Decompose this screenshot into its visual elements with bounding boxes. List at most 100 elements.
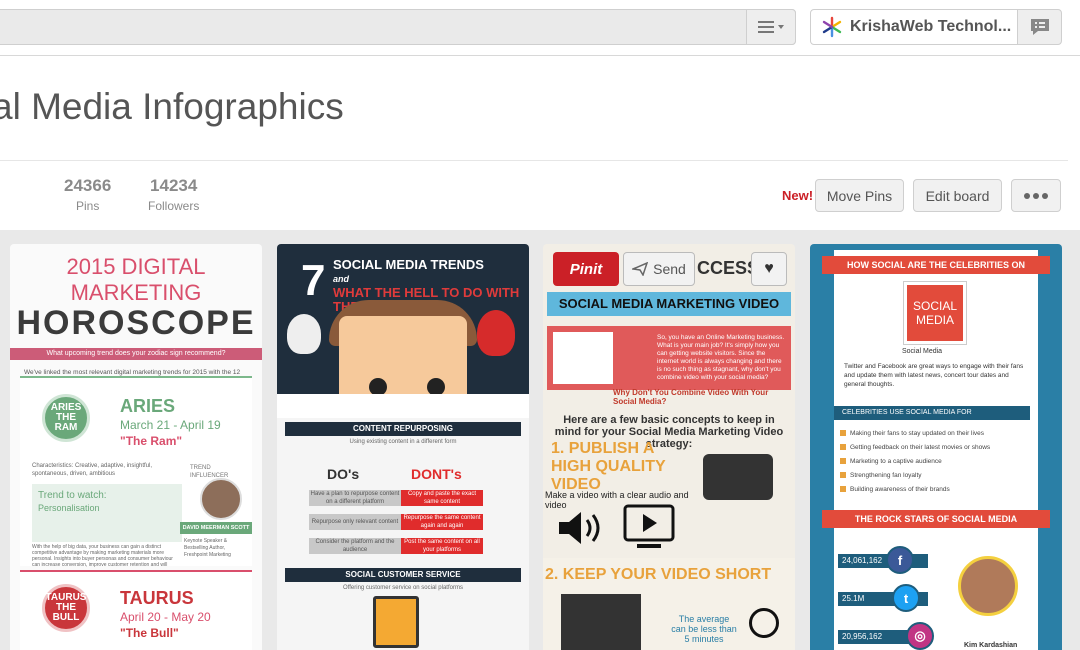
followers-count-stat[interactable]: 14234 Followers [148,176,199,213]
sign-characteristics: Characteristics: Creative, adaptive, ins… [32,463,153,477]
notifications-icon [1030,19,1049,35]
sign-date: March 21 - April 19 [120,418,221,432]
pin-ribbon: What upcoming trend does your zodiac sig… [10,348,262,360]
caret-down-icon [778,25,784,29]
pin-video-marketing[interactable]: SOCIAL MEDIA MARKETING VIDEO So, you hav… [543,244,795,650]
pin-social-media-trends[interactable]: 7 SOCIAL MEDIA TRENDS and WHAT THE HELL … [277,244,529,650]
play-video-icon [623,504,675,548]
send-label: Send [653,261,686,277]
section-banner: CONTENT REPURPOSING [285,422,521,436]
question-text: Why Don't You Combine Video With Your So… [613,388,769,406]
influencer-role: Keynote Speaker & Bestselling Author, Fr… [184,538,231,558]
heart-icon: ♥ [764,260,774,277]
pin-title: SOCIAL MEDIA MARKETING VIDEO [547,292,791,316]
instagram-icon: ◎ [906,622,934,650]
search-menu-button[interactable] [746,9,796,45]
pins-count-stat[interactable]: 24366 Pins [64,176,111,213]
edit-board-button[interactable]: Edit board [913,179,1002,212]
intro-text: So, you have an Online Marketing busines… [657,334,785,381]
point-1: 1. PUBLISH A HIGH QUALITY VIDEO [551,440,666,493]
pinterest-board-page: KrishaWeb Technol... al Media Infographi… [0,0,1080,650]
influencer-name: DAVID MEERMAN SCOTT [180,522,252,534]
top-header: KrishaWeb Technol... [0,0,1080,56]
dont-cell: Post the same content on all your platfo… [401,538,483,554]
send-button[interactable]: Send [623,252,695,286]
laptop-illustration [373,596,419,648]
film-camera-icon [703,454,773,500]
hamburger-menu-icon [758,21,774,33]
dont-cell: Copy and paste the exact same content [401,490,483,506]
section-subtitle: Offering customer service on social plat… [343,585,463,591]
divider [0,160,1068,161]
speaker-icon [559,512,600,544]
krishaweb-logo-icon [822,16,842,38]
pinit-button[interactable]: Pinit [553,252,619,286]
pin-horoscope[interactable]: 2015 DIGITAL MARKETING HOROSCOPE What up… [10,244,262,650]
notifications-button[interactable] [1017,9,1062,45]
followers-count: 14234 [150,176,198,195]
pin-header-image: 7 SOCIAL MEDIA TRENDS and WHAT THE HELL … [277,244,529,406]
section-banner: SOCIAL CUSTOMER SERVICE [285,568,521,582]
title-and: and [333,274,350,284]
devil-icon [477,310,515,356]
list-item: Getting feedback on their latest movies … [840,444,990,451]
like-button[interactable]: ♥ [751,252,787,286]
taurus-section: TAURUS THE BULL TAURUS April 20 - May 20… [20,570,252,650]
do-cell: Have a plan to repurpose content on a di… [309,490,401,506]
trend-box: Trend to watch: Personalisation [32,484,182,542]
do-cell: Repurpose only relevant content [309,514,401,530]
intro-box: So, you have an Online Marketing busines… [547,326,791,390]
more-options-icon [1024,192,1048,199]
pin-celebrities-social[interactable]: HOW SOCIAL ARE THE CELEBRITIES ON SOCIAL… [810,244,1062,650]
pins-label: Pins [75,199,100,213]
profile-button[interactable]: KrishaWeb Technol... [810,9,1018,45]
clapperboard-icon [561,594,641,650]
logo-caption: Social Media [902,348,943,355]
sign-date: April 20 - May 20 [120,610,211,624]
send-icon [632,262,649,276]
stopwatch-icon [749,608,779,638]
pin-title: HOW SOCIAL ARE THE CELEBRITIES ON [822,256,1050,274]
social-media-logo: SOCIAL MEDIA [904,282,966,344]
pin-title: 2015 DIGITAL MARKETING [66,254,206,305]
more-options-button[interactable] [1011,179,1061,212]
stars-illustration [950,544,1030,624]
move-pins-button[interactable]: Move Pins [815,179,904,212]
search-input[interactable] [0,9,796,45]
trend-value: Personalisation [38,503,100,513]
title-line-a: SOCIAL MEDIA TRENDS [333,257,484,272]
sign-name: ARIES [120,396,176,416]
list-item: Strengthening fan loyalty [840,472,922,479]
sign-body: With the help of big data, your business… [32,544,173,568]
sign-nickname: "The Ram" [120,434,183,448]
list-item: Building awareness of their brands [840,486,950,493]
video-thumbnail [553,332,613,384]
celebrity-photo [958,556,1018,616]
point-2: 2. KEEP YOUR VIDEO SHORT [545,566,772,583]
section-subtitle: Using existing content in a different fo… [349,439,457,445]
rock-stars-title: THE ROCK STARS OF SOCIAL MEDIA [822,510,1050,528]
facebook-icon: f [886,546,914,574]
taurus-seal: TAURUS THE BULL [42,584,90,632]
influencer-photo [200,478,242,520]
description: Twitter and Facebook are great ways to e… [844,363,1024,388]
aries-seal: ARIES THE RAM [42,394,90,442]
donts-label: DONT's [411,466,462,482]
trend-title: Trend to watch: [38,490,107,501]
aries-section: ARIES THE RAM ARIES March 21 - April 19 … [20,376,252,568]
follower-count: 24,061,162 [838,554,928,568]
profile-name: KrishaWeb Technol... [850,18,1012,35]
trend-number: 7 [301,256,326,305]
face-illustration [339,316,467,406]
celebrity-name: Kim Kardashian [964,642,1018,649]
twitter-icon: t [892,584,920,612]
list-item: Making their fans to stay updated on the… [840,430,984,437]
dont-cell: Repurpose the same content again and aga… [401,514,483,530]
new-badge: New! [782,188,814,203]
followers-label: Followers [148,199,200,213]
uses-title: CELEBRITIES USE SOCIAL MEDIA FOR [834,406,1030,420]
sign-nickname: "The Bull" [120,626,179,640]
point-2-sub: The average can be less than 5 minutes [671,614,737,644]
pins-count: 24366 [64,176,112,195]
dos-label: DO's [327,466,360,482]
